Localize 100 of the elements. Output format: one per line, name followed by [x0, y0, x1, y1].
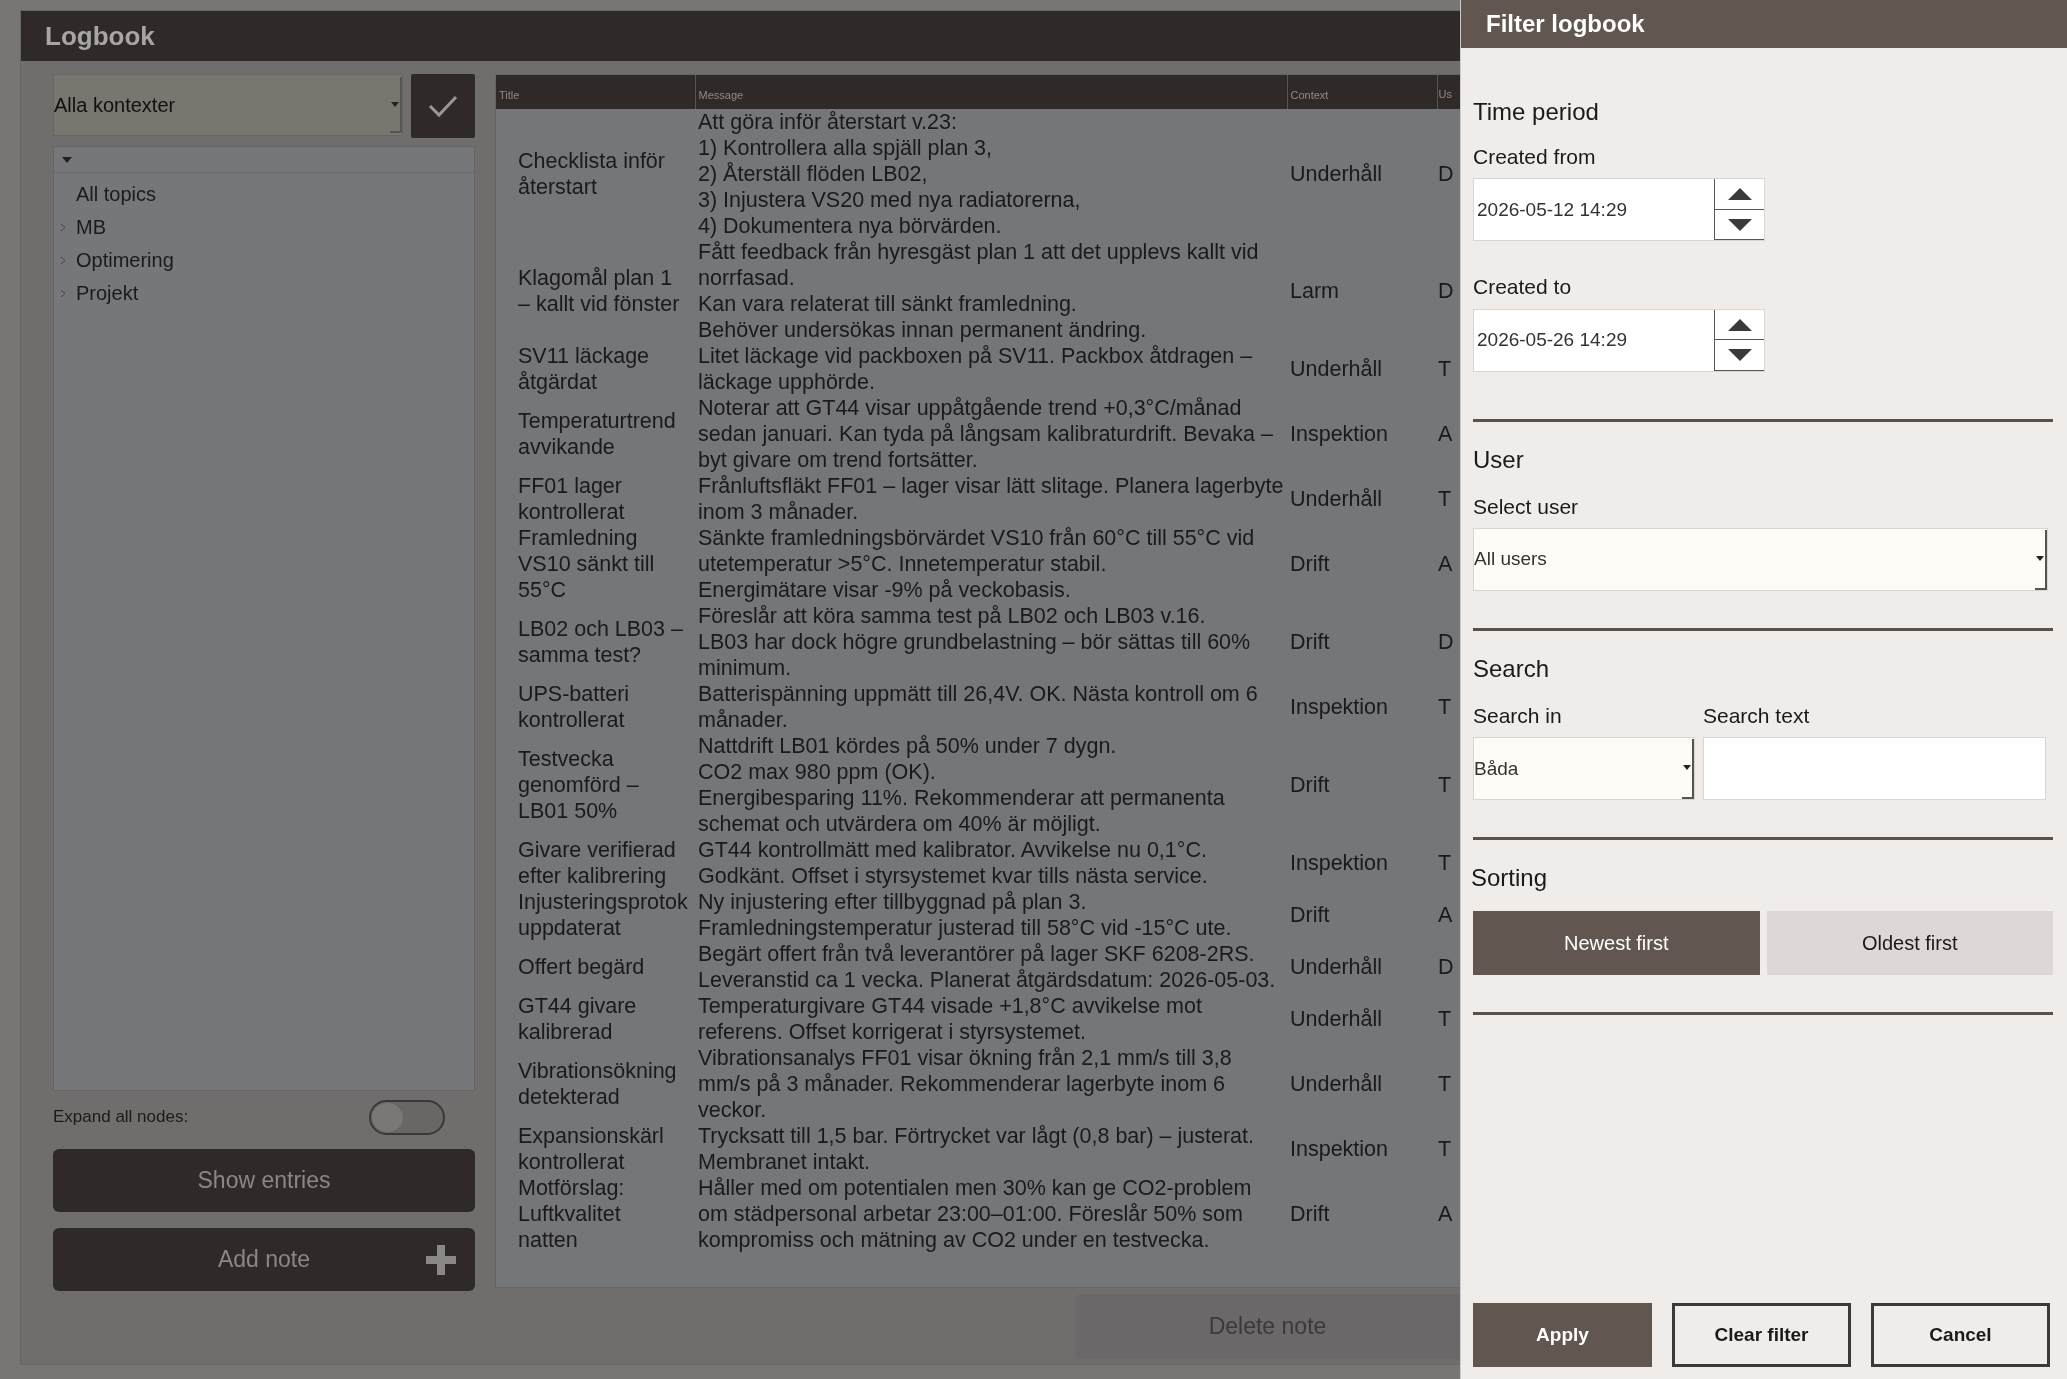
tree-label: All topics — [76, 181, 157, 207]
caret-icon — [390, 77, 402, 133]
table-cell-text: Drift — [1289, 902, 1331, 929]
sort-option[interactable]: Newest first — [1473, 911, 1760, 976]
spin-down-button[interactable] — [1714, 340, 1764, 371]
table-cell-text: Framledning VS10 sänkt till 55°C — [517, 525, 656, 603]
date-field[interactable]: 2026-05-26 14:29 — [1473, 308, 1765, 372]
action-button[interactable]: Clear filter — [1672, 1303, 1851, 1367]
table-cell-text: T — [1437, 772, 1453, 799]
table-cell-text: A — [1437, 902, 1454, 929]
table-cell-text: T — [1437, 850, 1453, 877]
add-note-button[interactable]: Add note — [53, 1228, 475, 1291]
tree-label: Projekt — [76, 280, 139, 306]
table-cell-text: Drift — [1289, 1201, 1331, 1228]
table-cell-text: T — [1437, 1006, 1453, 1033]
chevron-icon — [60, 222, 66, 232]
table-cell-text: Noterar att GT44 visar uppåtgående trend +0,3°C/månad sedan januari. Kan tyda på långsam kalibraturdrift. Bevaka – byt givare om trend fortsätter. — [697, 395, 1274, 473]
table-cell: Underhåll — [1287, 109, 1437, 239]
field-label: Select user — [1473, 493, 1580, 520]
action-button[interactable]: Apply — [1473, 1303, 1652, 1367]
field-label: Created to — [1473, 274, 1573, 301]
column-header[interactable]: Message — [695, 75, 1287, 109]
table-cell-text: GT44 kontrollmätt med kalibrator. Avvikelse nu 0,1°C. Godkänt. Offset i styrsystemet kvar tills nästa service. — [697, 837, 1209, 889]
table-cell-text: A — [1437, 551, 1454, 578]
table-cell-text: A — [1437, 421, 1454, 448]
table-cell-text: Nattdrift LB01 kördes på 50% under 7 dygn. CO2 max 980 ppm (OK). Energibesparing 11%. Rekommenderar att permanenta schemat och utvärdera om 40% är möjligt. — [697, 733, 1226, 837]
show-entries-button[interactable]: Show entries — [53, 1149, 475, 1212]
table-cell-text: Inspektion — [1289, 850, 1389, 877]
table-cell: D — [1437, 109, 1460, 239]
column-header[interactable]: Us — [1437, 75, 1460, 109]
panel-title: Filter logbook — [1461, 0, 2067, 48]
table-cell-text: Drift — [1289, 551, 1331, 578]
up-arrow-icon — [1727, 188, 1752, 201]
table-cell-text: Underhåll — [1289, 1071, 1384, 1098]
table-cell-text: Underhåll — [1289, 486, 1384, 513]
field-label: Created from — [1473, 143, 1597, 170]
toggle-switch[interactable] — [369, 1099, 445, 1135]
table-cell: Checklista inför återstart — [496, 109, 695, 239]
table-cell-text: D — [1437, 629, 1455, 656]
confirm-button[interactable] — [411, 74, 475, 138]
tree-label: MB — [76, 214, 106, 240]
table-cell-text: UPS-batteri kontrollerat — [517, 681, 631, 733]
table-cell-text: Klagomål plan 1 – kallt vid fönster — [517, 265, 681, 318]
table-cell-text: Inspektion — [1289, 421, 1389, 448]
table-cell-text: Offert begärd — [517, 954, 646, 981]
table-cell-text: Temperaturgivare GT44 visade +1,8°C avvikelse mot referens. Offset korrigerat i styrsystemet. — [697, 993, 1203, 1045]
table-cell-text: Frånluftsfläkt FF01 – lager visar lätt slitage. Planera lagerbyte inom 3 månader. — [697, 473, 1285, 525]
table-cell-text: Givare verifierad efter kalibrering — [517, 837, 677, 889]
spin-up-button[interactable] — [1714, 309, 1764, 341]
table-cell-text: FF01 lager kontrollerat — [517, 473, 626, 525]
table-cell-text: T — [1437, 356, 1453, 383]
date-field[interactable]: 2026-05-12 14:29 — [1473, 178, 1765, 242]
sort-option[interactable]: Oldest first — [1766, 911, 2053, 976]
table-cell-text: LB02 och LB03 – samma test? — [517, 616, 684, 669]
field-label: Search in — [1473, 702, 1563, 729]
action-button[interactable]: Cancel — [1871, 1303, 2050, 1367]
table-cell-text: Temperaturtrend avvikande — [517, 408, 677, 461]
context-select[interactable]: Alla kontexter — [53, 74, 403, 136]
search-text-field[interactable] — [1703, 737, 2046, 801]
down-arrow-icon — [1727, 218, 1752, 231]
table-cell-text: Fått feedback från hyresgäst plan 1 att det upplevs kallt vid norrfasad. Kan vara relaterat till sänkt framledning. Behöver undersökas innan permanent ändring. — [697, 239, 1260, 343]
table-cell-text: T — [1437, 1071, 1453, 1098]
table-cell-text: D — [1437, 278, 1455, 305]
dropdown[interactable]: All users — [1473, 528, 2048, 592]
section-heading: Search — [1473, 655, 1551, 684]
table-cell-text: Batterispänning uppmätt till 26,4V. OK. Nästa kontroll om 6 månader. — [697, 681, 1259, 733]
table-cell-text: Drift — [1289, 629, 1331, 656]
table-cell-text: Motförslag: Luftkvalitet natten — [517, 1175, 626, 1253]
table-cell-text: Trycksatt till 1,5 bar. Förtrycket var lågt (0,8 bar) – justerat. Membranet intakt. — [697, 1123, 1255, 1175]
table-cell-text: Testvecka genomförd – LB01 50% — [517, 746, 640, 825]
column-header[interactable]: Context — [1287, 75, 1437, 109]
section-heading: Sorting — [1471, 864, 1549, 894]
table-cell-text: Underhåll — [1289, 954, 1384, 981]
table-cell-text: Underhåll — [1289, 1006, 1384, 1033]
caret-icon — [1682, 738, 1694, 799]
table-cell-text: T — [1437, 1136, 1453, 1163]
table-cell-text: Föreslår att köra samma test på LB02 och LB03 v.16. LB03 har dock högre grundbelastning – bör sättas till 60% minimum. — [697, 603, 1252, 681]
chevron-icon — [60, 255, 66, 265]
plus-icon — [426, 1245, 456, 1275]
table-cell-text: A — [1437, 1201, 1454, 1228]
table-cell-text: Vibrationsökning detekterad — [517, 1058, 678, 1111]
caret-icon — [2035, 529, 2047, 590]
window-title: Logbook — [21, 11, 1460, 61]
dropdown[interactable]: Båda — [1473, 737, 1695, 801]
table-cell-text: SV11 läckage åtgärdat — [517, 343, 651, 395]
table-cell-text: GT44 givare kalibrerad — [517, 993, 638, 1045]
table-cell-text: Ny injustering efter tillbyggnad på plan 3. Framledningstemperatur justerad till 58°C vid -15°C ute. — [697, 889, 1233, 941]
column-header[interactable]: Title — [496, 75, 695, 109]
table-cell-text: Underhåll — [1289, 356, 1384, 383]
table-cell-text: Larm — [1289, 278, 1340, 305]
table-cell-text: Sänkte framledningsbörvärdet VS10 från 60°C till 55°C vid utetemperatur >5°C. Innetemperatur stabil. Energimätare visar -9% på veckobasis. — [697, 525, 1256, 603]
chevron-icon — [60, 288, 66, 298]
table-cell-text: D — [1437, 954, 1455, 981]
caret-icon[interactable] — [62, 156, 72, 163]
section-heading: Time period — [1473, 98, 1600, 127]
spin-down-button[interactable] — [1714, 209, 1764, 241]
table-cell-text: T — [1437, 486, 1453, 513]
spin-up-button[interactable] — [1714, 179, 1764, 210]
table-cell-text: Håller med om potentialen men 30% kan ge CO2-problem om städpersonal arbetar 23:00–01:00. Föreslår 50% som kompromiss och mätning av CO2 under en testvecka. — [697, 1175, 1253, 1253]
table-cell: Att göra inför återstart v.23: 1) Kontrollera alla spjäll plan 3, 2) Återställ flöden LB02, 3) Injustera VS20 med nya radiatorerna, 4) Dokumentera nya börvärden. — [695, 109, 1287, 239]
